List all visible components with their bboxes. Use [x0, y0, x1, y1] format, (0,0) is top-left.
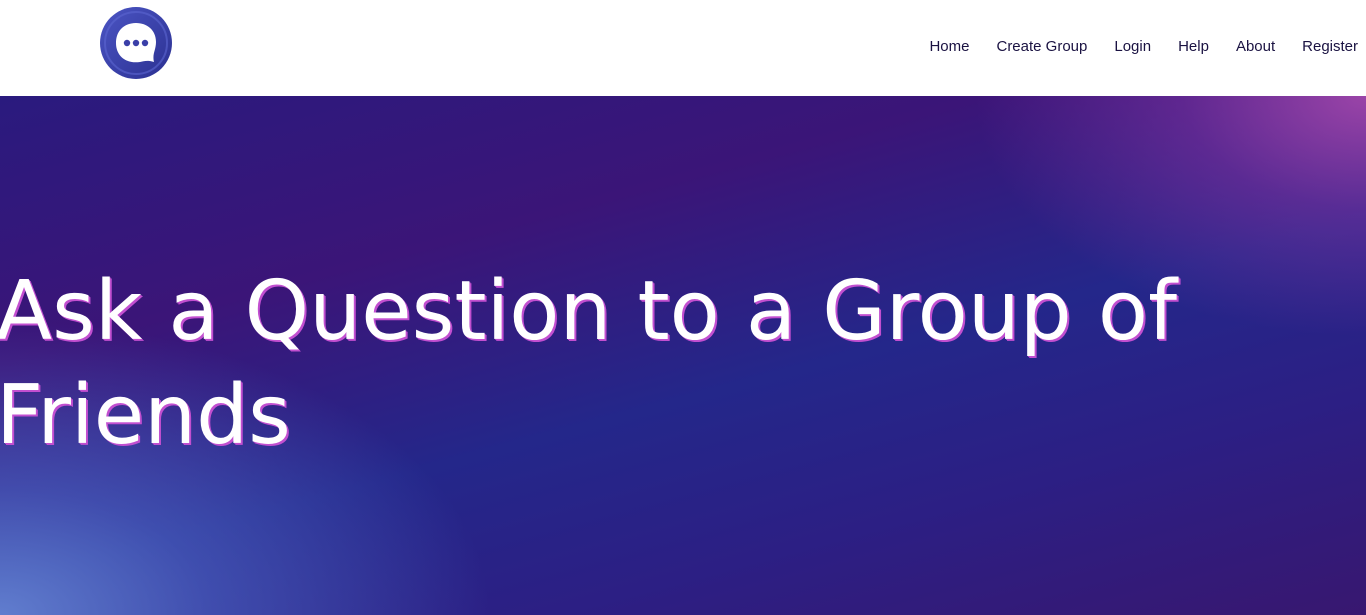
hero-title: Ask a Question to a Group of Friends: [0, 264, 1177, 463]
nav-login[interactable]: Login: [1114, 36, 1151, 58]
nav-create-group[interactable]: Create Group: [996, 36, 1087, 58]
nav-about[interactable]: About: [1236, 36, 1275, 58]
nav-register[interactable]: Register: [1302, 36, 1358, 58]
hero-banner: Ask a Question to a Group of Friends: [0, 96, 1366, 615]
site-logo[interactable]: [98, 6, 176, 80]
nav-help[interactable]: Help: [1178, 36, 1209, 58]
site-header: Home Create Group Login Help About Regis…: [0, 0, 1366, 96]
main-nav: Home Create Group Login Help About Regis…: [902, 36, 1358, 58]
nav-home[interactable]: Home: [929, 36, 969, 58]
chat-bubble-icon: [100, 7, 172, 79]
